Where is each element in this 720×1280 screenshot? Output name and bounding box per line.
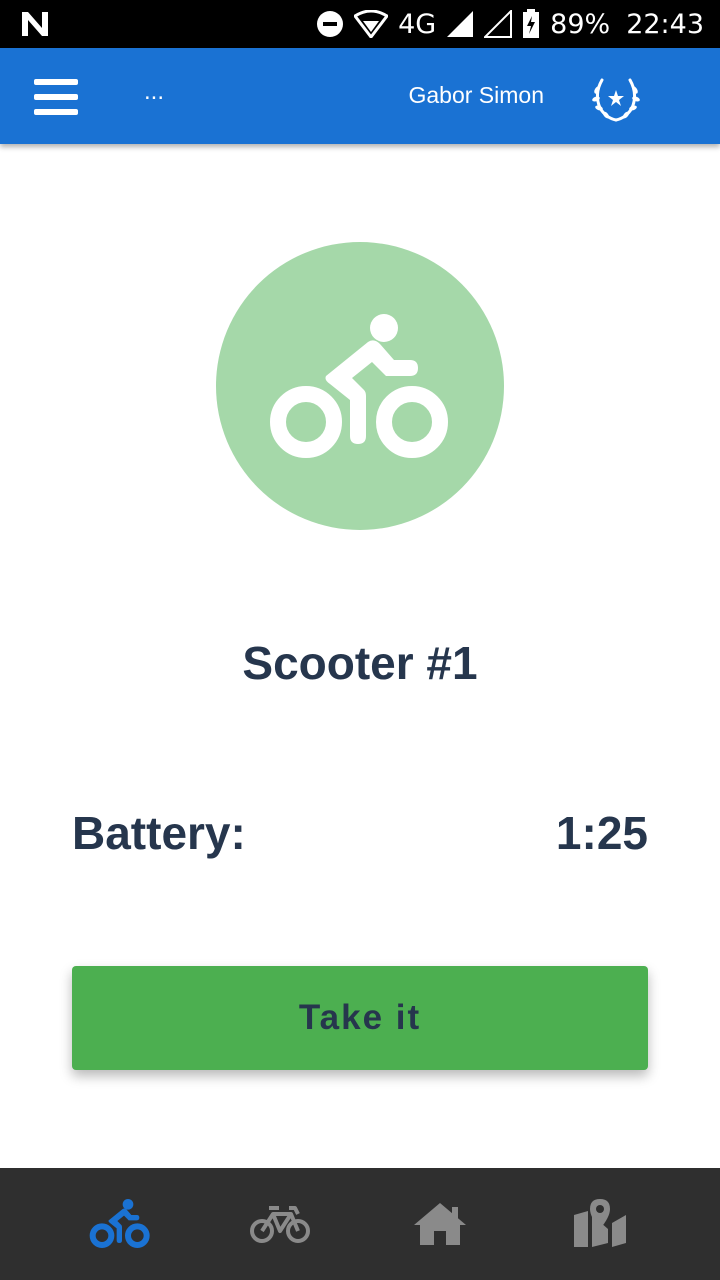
home-icon	[414, 1203, 466, 1245]
status-icons: 4G 89% 22:43	[316, 0, 704, 48]
clock: 22:43	[626, 8, 704, 40]
user-name[interactable]: Gabor Simon	[408, 82, 544, 109]
wifi-icon	[354, 10, 389, 38]
map-pin-icon	[574, 1199, 626, 1247]
app-bar: ... Gabor Simon	[0, 48, 720, 144]
bicycle-icon	[250, 1206, 310, 1243]
network-type: 4G	[398, 8, 437, 40]
bottom-nav	[0, 1168, 720, 1280]
nav-item-home[interactable]	[404, 1192, 476, 1256]
signal-empty-icon	[484, 10, 513, 38]
scooter-name: Scooter #1	[242, 637, 478, 689]
n-logo-icon	[22, 12, 48, 36]
take-it-button[interactable]: Take it	[72, 966, 648, 1070]
do-not-disturb-icon	[317, 11, 344, 37]
signal-icon	[447, 11, 474, 37]
bike-rider-icon	[89, 1199, 150, 1248]
battery-percent: 89%	[550, 8, 611, 40]
battery-value: 1:25	[555, 807, 648, 859]
battery-label: Battery:	[72, 807, 246, 859]
status-bar: 4G 89% 22:43	[0, 0, 720, 48]
nav-item-bikes[interactable]	[244, 1192, 316, 1256]
laurel-wreath-icon[interactable]	[588, 70, 644, 126]
battery-icon	[523, 9, 540, 38]
hamburger-menu-icon[interactable]	[34, 79, 78, 115]
nav-item-map[interactable]	[564, 1192, 636, 1256]
app-title: ...	[144, 78, 165, 105]
scooter-avatar	[216, 242, 504, 530]
bike-rider-icon	[270, 314, 448, 458]
nav-item-rides[interactable]	[84, 1192, 156, 1256]
